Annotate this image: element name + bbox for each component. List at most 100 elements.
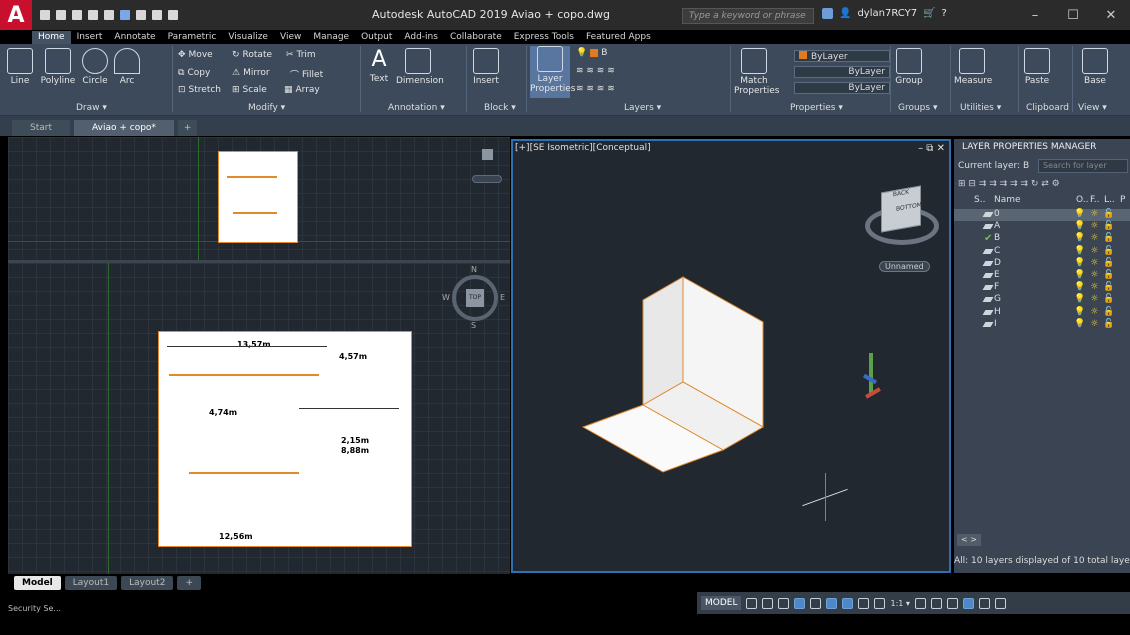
layer-row[interactable]: 0 💡☼🔓 [954,209,1130,221]
ortho-icon[interactable] [778,597,790,609]
viewcube[interactable]: BACK BOTTOM [881,185,922,233]
isolate-icon[interactable] [946,597,958,609]
polyline-button[interactable]: Polyline [38,48,78,86]
color-dropdown[interactable]: ByLayer [794,50,890,62]
layer-tools-row[interactable]: ≋ ≋ ≋ ≋ [576,84,615,94]
layer-state-icons[interactable]: 💡☼🔓 [1074,233,1119,243]
group-button[interactable]: Group [894,48,924,86]
measure-button[interactable]: Measure [954,48,992,86]
tab-output[interactable]: Output [355,31,398,44]
layer-row[interactable]: I 💡☼🔓 [954,319,1130,331]
viewport-se-isometric[interactable]: [+][SE Isometric][Conceptual] – ⧉ ✕ BACK… [511,139,951,573]
polar-icon[interactable] [794,597,806,609]
snap-icon[interactable] [762,597,774,609]
layer-tools-row[interactable]: ≋ ≋ ≋ ≋ [576,66,615,76]
clipboard-panel-label[interactable]: Clipboard [1026,103,1069,113]
new-icon[interactable] [40,10,50,20]
linetype-dropdown[interactable]: ByLayer [794,66,890,78]
tab-visualize[interactable]: Visualize [222,31,274,44]
tab-home[interactable]: Home [32,31,71,44]
user-account[interactable]: 👤 dylan7RCY7 🛒 ? [822,8,947,19]
tab-model[interactable]: Model [14,576,61,590]
save-icon[interactable] [72,10,82,20]
layer-state-icons[interactable]: 💡☼🔓 [1074,319,1119,329]
arc-button[interactable]: Arc [114,48,140,86]
tab-layout2[interactable]: Layout2 [121,576,174,590]
app-logo[interactable]: A [0,0,32,30]
mirror-button[interactable]: ⚠ Mirror [232,68,270,78]
lineweight-icon[interactable] [842,597,854,609]
match-properties-button[interactable]: Match Properties [734,48,779,96]
layer-row[interactable]: ✔ B 💡☼🔓 [954,233,1130,245]
web-icon[interactable] [104,10,114,20]
layer-scroll-buttons[interactable]: < > [957,534,981,546]
open-icon[interactable] [56,10,66,20]
layer-state-icons[interactable]: 💡☼🔓 [1074,270,1119,280]
layer-search-input[interactable]: Search for layer [1038,159,1128,173]
layer-row[interactable]: A 💡☼🔓 [954,221,1130,233]
tab-addins[interactable]: Add-ins [398,31,444,44]
layer-properties-button[interactable]: Layer Properties [530,46,575,98]
annotation-scale[interactable]: 1:1 ▾ [890,599,909,608]
annotation-visibility-icon[interactable] [858,597,870,609]
lineweight-dropdown[interactable]: ByLayer [794,82,890,94]
draw-panel-label[interactable]: Draw ▾ [76,103,107,113]
clean-screen-icon[interactable] [978,597,990,609]
compass-widget[interactable]: TOP [452,275,498,321]
array-button[interactable]: ▦ Array [284,85,320,95]
layer-dropdown[interactable]: 💡 B [576,48,607,58]
viewport-top-left[interactable] [8,137,510,260]
tab-collaborate[interactable]: Collaborate [444,31,508,44]
tab-layout1[interactable]: Layout1 [64,576,118,590]
close-button[interactable]: ✕ [1092,0,1130,30]
layer-state-icons[interactable]: 💡☼🔓 [1074,209,1119,219]
tab-parametric[interactable]: Parametric [162,31,223,44]
tab-start[interactable]: Start [12,120,70,136]
plot-icon[interactable] [120,10,130,20]
save-as-icon[interactable] [88,10,98,20]
layer-state-icons[interactable]: 💡☼🔓 [1074,246,1119,256]
named-view-dropdown[interactable]: Unnamed [879,261,930,272]
search-input[interactable]: Type a keyword or phrase [682,8,814,24]
layers-panel-label[interactable]: Layers ▾ [624,103,661,113]
viewport-bottom-left[interactable]: 13,57m 4,57m 4,74m 2,15m 8,88m 12,56m TO… [8,263,510,574]
tab-manage[interactable]: Manage [307,31,355,44]
view-panel-label[interactable]: View ▾ [1078,103,1107,113]
layer-state-icons[interactable]: 💡☼🔓 [1074,307,1119,317]
layer-state-icons[interactable]: 💡☼🔓 [1074,258,1119,268]
tab-express-tools[interactable]: Express Tools [508,31,580,44]
tab-drawing[interactable]: Aviao + copo* [74,120,174,136]
hardware-acceleration-icon[interactable] [962,597,974,609]
maximize-button[interactable]: ☐ [1054,0,1092,30]
customize-plus-icon[interactable] [930,597,942,609]
grid-icon[interactable] [746,597,758,609]
layer-row[interactable]: C 💡☼🔓 [954,246,1130,258]
layer-state-icons[interactable]: 💡☼🔓 [1074,294,1119,304]
tab-featured-apps[interactable]: Featured Apps [580,31,657,44]
help-icon[interactable]: ? [942,8,947,19]
isodraft-icon[interactable] [810,597,822,609]
layer-row[interactable]: E 💡☼🔓 [954,270,1130,282]
layer-toolbar[interactable]: ⊞ ⊟ ⇉ ⇉ ⇉ ⇉ ⇉ ↻ ⇄ ⚙ [958,179,1060,189]
customization-menu-icon[interactable] [994,597,1006,609]
minimize-button[interactable]: – [1016,0,1054,30]
layer-row[interactable]: G 💡☼🔓 [954,294,1130,306]
viewport-label[interactable]: [+][SE Isometric][Conceptual] [515,143,651,153]
copy-button[interactable]: ⧉ Copy [178,68,210,78]
new-tab-button[interactable]: + [177,120,198,136]
layer-state-icons[interactable]: 💡☼🔓 [1074,221,1119,231]
groups-panel-label[interactable]: Groups ▾ [898,103,937,113]
tab-annotate[interactable]: Annotate [108,31,161,44]
stretch-button[interactable]: ⊡ Stretch [178,85,221,95]
tab-view[interactable]: View [274,31,307,44]
command-line[interactable]: Security Se... [8,604,61,613]
undo-icon[interactable] [136,10,146,20]
text-button[interactable]: A Text [366,46,392,84]
layer-row[interactable]: F 💡☼🔓 [954,282,1130,294]
viewport-controls[interactable]: – ⧉ ✕ [918,143,945,154]
add-layout-button[interactable]: + [177,576,201,590]
layer-state-icons[interactable]: 💡☼🔓 [1074,282,1119,292]
model-space-button[interactable]: MODEL [701,596,742,610]
object-snap-icon[interactable] [826,597,838,609]
scale-button[interactable]: ⊞ Scale [232,85,267,95]
